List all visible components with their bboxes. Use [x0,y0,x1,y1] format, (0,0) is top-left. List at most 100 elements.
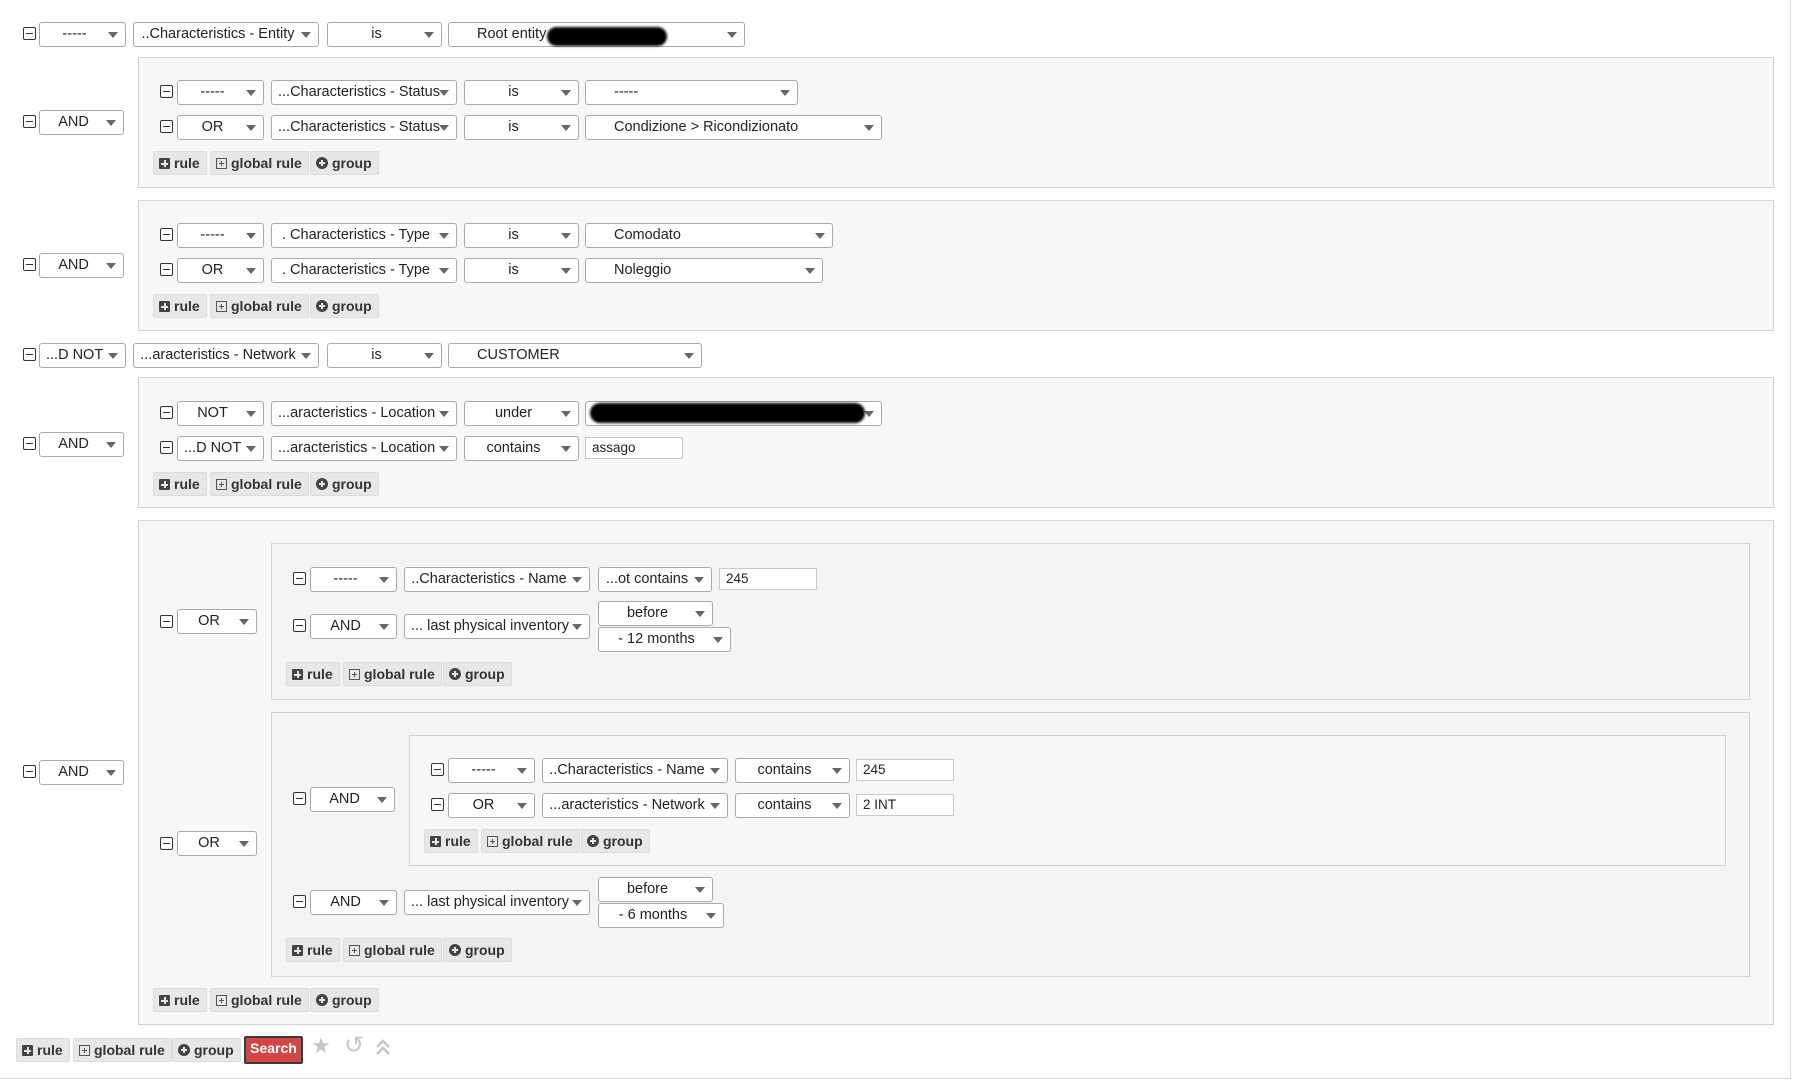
nested-rule1-condition[interactable]: contains [735,758,850,783]
remove-rule-icon[interactable] [293,572,306,585]
add-group-button[interactable]: group [172,1038,241,1062]
add-rule-button[interactable]: rule [16,1038,70,1062]
nested-rule2-operator[interactable]: OR [448,793,535,818]
nested-rule1-operator[interactable]: ----- [448,758,535,783]
add-group-button[interactable]: group [443,938,512,962]
type-rule1-value[interactable]: Comodato [585,223,833,248]
inventory-rule2-field[interactable]: ... last physical inventory [404,890,590,915]
type-rule1-field[interactable]: . Characteristics - Type [271,223,457,248]
add-group-button[interactable]: group [310,294,379,318]
location-rule2-field[interactable]: ...aracteristics - Location [271,436,457,461]
add-group-button[interactable]: group [443,662,512,686]
network-rule-value[interactable]: CUSTOMER [448,343,702,368]
inventory-rule1-operator[interactable]: AND [310,614,397,639]
inventory-rule1-period[interactable]: - 12 months [598,627,731,652]
location-rule2-condition[interactable]: contains [464,436,579,461]
add-global-rule-button[interactable]: global rule [210,151,309,175]
add-global-rule-button[interactable]: global rule [210,472,309,496]
inventory-rule2-condition[interactable]: before [598,877,713,902]
location-rule1-condition[interactable]: under [464,401,579,426]
location-rule1-operator[interactable]: NOT [177,401,264,426]
name-rule1-field[interactable]: ..Characteristics - Name [404,567,590,592]
remove-group-icon[interactable] [293,792,306,805]
add-global-rule-button[interactable]: global rule [343,938,442,962]
remove-group-icon[interactable] [23,258,36,271]
status-rule2-value[interactable]: Condizione > Ricondizionato [585,115,882,140]
name-rule1-operator[interactable]: ----- [310,567,397,592]
location-rule2-operator[interactable]: ...D NOT [177,436,264,461]
inventory-rule2-operator[interactable]: AND [310,890,397,915]
nested-group-operator[interactable]: AND [310,787,395,812]
type-rule2-field[interactable]: . Characteristics - Type [271,258,457,283]
add-group-button[interactable]: group [310,472,379,496]
remove-rule-icon[interactable] [23,348,36,361]
inventory-rule2-period[interactable]: - 6 months [598,903,724,928]
star-icon[interactable]: ★ [308,1034,334,1060]
group1-operator-select[interactable]: AND [39,110,124,135]
row1-operator-select[interactable]: ----- [39,22,126,47]
nested-network-input[interactable]: 2 INT [856,794,954,816]
remove-rule-icon[interactable] [160,85,173,98]
remove-group-icon[interactable] [160,837,173,850]
add-global-rule-button[interactable]: global rule [343,662,442,686]
add-group-button[interactable]: group [310,151,379,175]
remove-rule-icon[interactable] [160,406,173,419]
nested-rule2-field[interactable]: ...aracteristics - Network [542,793,728,818]
nested-rule2-condition[interactable]: contains [735,793,850,818]
remove-rule-icon[interactable] [160,263,173,276]
nested-name-input[interactable]: 245 [856,759,954,781]
add-global-rule-button[interactable]: global rule [73,1038,172,1062]
add-rule-button[interactable]: rule [153,294,207,318]
name-rule1-condition[interactable]: ...ot contains [598,567,712,592]
row1-condition-select[interactable]: is [327,22,442,47]
group2-operator-select[interactable]: AND [39,253,124,278]
add-rule-button[interactable]: rule [153,988,207,1012]
type-rule1-condition[interactable]: is [464,223,579,248]
remove-rule-icon[interactable] [293,895,306,908]
add-global-rule-button[interactable]: global rule [210,988,309,1012]
group3-operator-select[interactable]: AND [39,432,124,457]
location-rule1-field[interactable]: ...aracteristics - Location [271,401,457,426]
nested-rule1-field[interactable]: ..Characteristics - Name [542,758,728,783]
remove-rule-icon[interactable] [160,228,173,241]
remove-group-icon[interactable] [23,437,36,450]
status-rule1-condition[interactable]: is [464,80,579,105]
add-group-button[interactable]: group [581,829,650,853]
status-rule2-field[interactable]: ...Characteristics - Status [271,115,457,140]
add-rule-button[interactable]: rule [153,472,207,496]
add-rule-button[interactable]: rule [153,151,207,175]
type-rule2-operator[interactable]: OR [177,258,264,283]
network-rule-condition[interactable]: is [327,343,442,368]
double-chevron-up-icon[interactable] [372,1036,394,1058]
add-global-rule-button[interactable]: global rule [210,294,309,318]
add-global-rule-button[interactable]: global rule [481,829,580,853]
type-rule2-condition[interactable]: is [464,258,579,283]
remove-rule-icon[interactable] [431,763,444,776]
search-button[interactable]: Search [244,1036,303,1064]
status-rule2-operator[interactable]: OR [177,115,264,140]
undo-icon[interactable]: ↺ [341,1034,367,1060]
location-text-input[interactable]: assago [585,437,683,459]
status-rule1-operator[interactable]: ----- [177,80,264,105]
remove-group-icon[interactable] [23,115,36,128]
status-rule2-condition[interactable]: is [464,115,579,140]
remove-group-icon[interactable] [23,765,36,778]
remove-group-icon[interactable] [160,615,173,628]
group4-operator-select[interactable]: AND [39,760,124,785]
add-group-button[interactable]: group [310,988,379,1012]
type-rule1-operator[interactable]: ----- [177,223,264,248]
subgroupA-operator[interactable]: OR [177,609,257,634]
remove-rule-icon[interactable] [431,798,444,811]
network-rule-operator[interactable]: ...D NOT [39,343,126,368]
status-rule1-value[interactable]: ----- [585,80,798,105]
remove-rule-icon[interactable] [293,619,306,632]
row1-field-select[interactable]: ..Characteristics - Entity [133,22,319,47]
network-rule-field[interactable]: ...aracteristics - Network [133,343,319,368]
status-rule1-field[interactable]: ...Characteristics - Status [271,80,457,105]
inventory-rule1-field[interactable]: ... last physical inventory [404,614,590,639]
remove-rule-icon[interactable] [160,441,173,454]
remove-rule-icon[interactable] [23,27,36,40]
add-rule-button[interactable]: rule [286,662,340,686]
subgroupB-operator[interactable]: OR [177,831,257,856]
remove-rule-icon[interactable] [160,120,173,133]
